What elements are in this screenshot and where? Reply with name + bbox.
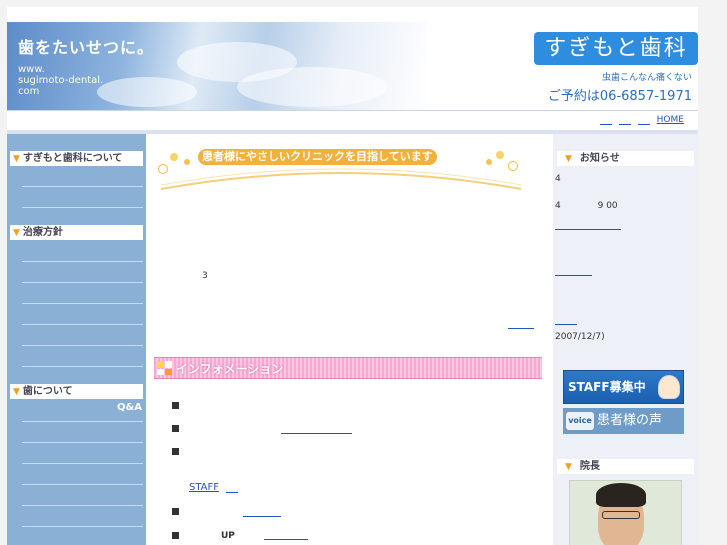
sky-banner-image: 歯をたいせつに。 www. sugimoto-dental. com	[7, 22, 427, 110]
information-header: インフォメーション	[154, 357, 542, 379]
sidebar-qa-link[interactable]: Q&A	[117, 402, 142, 413]
top-nav-link[interactable]	[618, 116, 631, 125]
triangle-down-icon: ▼	[13, 387, 20, 397]
sidebar-menu-item[interactable]	[22, 366, 143, 367]
main-content: 患者様にやさしいクリニックを目指しています 3 インフォメーション STAFF	[148, 134, 553, 545]
list-bullet-icon	[172, 425, 179, 432]
right-sidebar: ▼ お知らせ 4 4 9 00 2007/12/7) STAFF募集中 voice…	[553, 134, 698, 545]
main-text-number: 3	[202, 271, 208, 281]
top-nav: HOME	[600, 115, 684, 125]
site-url: www. sugimoto-dental. com	[18, 64, 104, 97]
information-title: インフォメーション	[176, 362, 284, 376]
news-date: 2007/12/7)	[555, 332, 605, 342]
hero-arc-decoration	[160, 168, 522, 190]
information-link[interactable]	[226, 484, 238, 493]
sidebar-menu-item[interactable]	[22, 282, 143, 283]
staff-link[interactable]: STAFF	[189, 482, 219, 493]
list-bullet-icon	[172, 532, 179, 539]
sidebar-heading-policy[interactable]: ▼ 治療方針	[10, 225, 143, 240]
triangle-down-icon: ▼	[565, 154, 572, 164]
director-heading: ▼ 院長	[557, 459, 694, 474]
site-header: 歯をたいせつに。 www. sugimoto-dental. com すぎもと歯…	[7, 22, 698, 110]
list-bullet-icon	[172, 402, 179, 409]
staff-recruiting-banner[interactable]: STAFF募集中	[563, 370, 684, 404]
patient-voice-banner[interactable]: voice 患者様の声	[563, 408, 684, 434]
triangle-down-icon: ▼	[13, 154, 20, 164]
news-text: 4 9 00	[555, 201, 618, 211]
clinic-logo[interactable]: すぎもと歯科	[534, 32, 698, 65]
sidebar-menu-item[interactable]	[22, 303, 143, 304]
triangle-down-icon: ▼	[565, 462, 572, 472]
left-sidebar: ▼ すぎもと歯科について ▼ 治療方針 ▼ 歯について Q&A	[7, 134, 146, 545]
sidebar-menu-item[interactable]	[22, 484, 143, 485]
sidebar-menu-item[interactable]	[22, 463, 143, 464]
sidebar-menu-item[interactable]	[22, 345, 143, 346]
home-link[interactable]: HOME	[657, 115, 684, 125]
sidebar-menu-item[interactable]	[22, 186, 143, 187]
sidebar-menu-item[interactable]	[22, 421, 143, 422]
list-bullet-icon	[172, 508, 179, 515]
news-link[interactable]	[555, 316, 577, 325]
sidebar-menu-item[interactable]	[22, 526, 143, 527]
hero-banner: 患者様にやさしいクリニックを目指しています	[156, 139, 526, 194]
sidebar-menu-item[interactable]	[22, 207, 143, 208]
page: 歯をたいせつに。 www. sugimoto-dental. com すぎもと歯…	[7, 7, 698, 545]
header-divider	[7, 110, 698, 111]
news-link[interactable]	[555, 267, 592, 276]
sidebar-menu-item[interactable]	[22, 324, 143, 325]
sidebar-heading-about[interactable]: ▼ すぎもと歯科について	[10, 151, 143, 166]
grid-icon	[157, 361, 172, 375]
sidebar-menu-item[interactable]	[22, 442, 143, 443]
reservation-phone: ご予約は06-6857-1971	[547, 89, 692, 104]
news-text: 4	[555, 174, 561, 184]
information-link[interactable]	[281, 425, 352, 434]
top-nav-link[interactable]	[637, 116, 650, 125]
main-text-link[interactable]	[508, 320, 534, 329]
top-nav-link[interactable]	[600, 116, 612, 125]
sidebar-heading-teeth[interactable]: ▼ 歯について	[10, 384, 143, 399]
sidebar-menu-item[interactable]	[22, 261, 143, 262]
director-photo	[569, 480, 682, 545]
site-slogan: 歯をたいせつに。	[18, 38, 155, 57]
update-label: UP	[221, 531, 235, 541]
nurse-icon	[658, 375, 680, 399]
news-heading: ▼ お知らせ	[557, 151, 694, 166]
clinic-tagline: 虫歯こんなん痛くない	[601, 73, 692, 83]
news-link[interactable]	[555, 221, 621, 230]
information-link[interactable]	[264, 531, 308, 540]
voice-icon: voice	[566, 412, 594, 430]
information-link[interactable]	[243, 508, 281, 517]
list-bullet-icon	[172, 448, 179, 455]
sidebar-menu-item[interactable]	[22, 505, 143, 506]
triangle-down-icon: ▼	[13, 228, 20, 238]
